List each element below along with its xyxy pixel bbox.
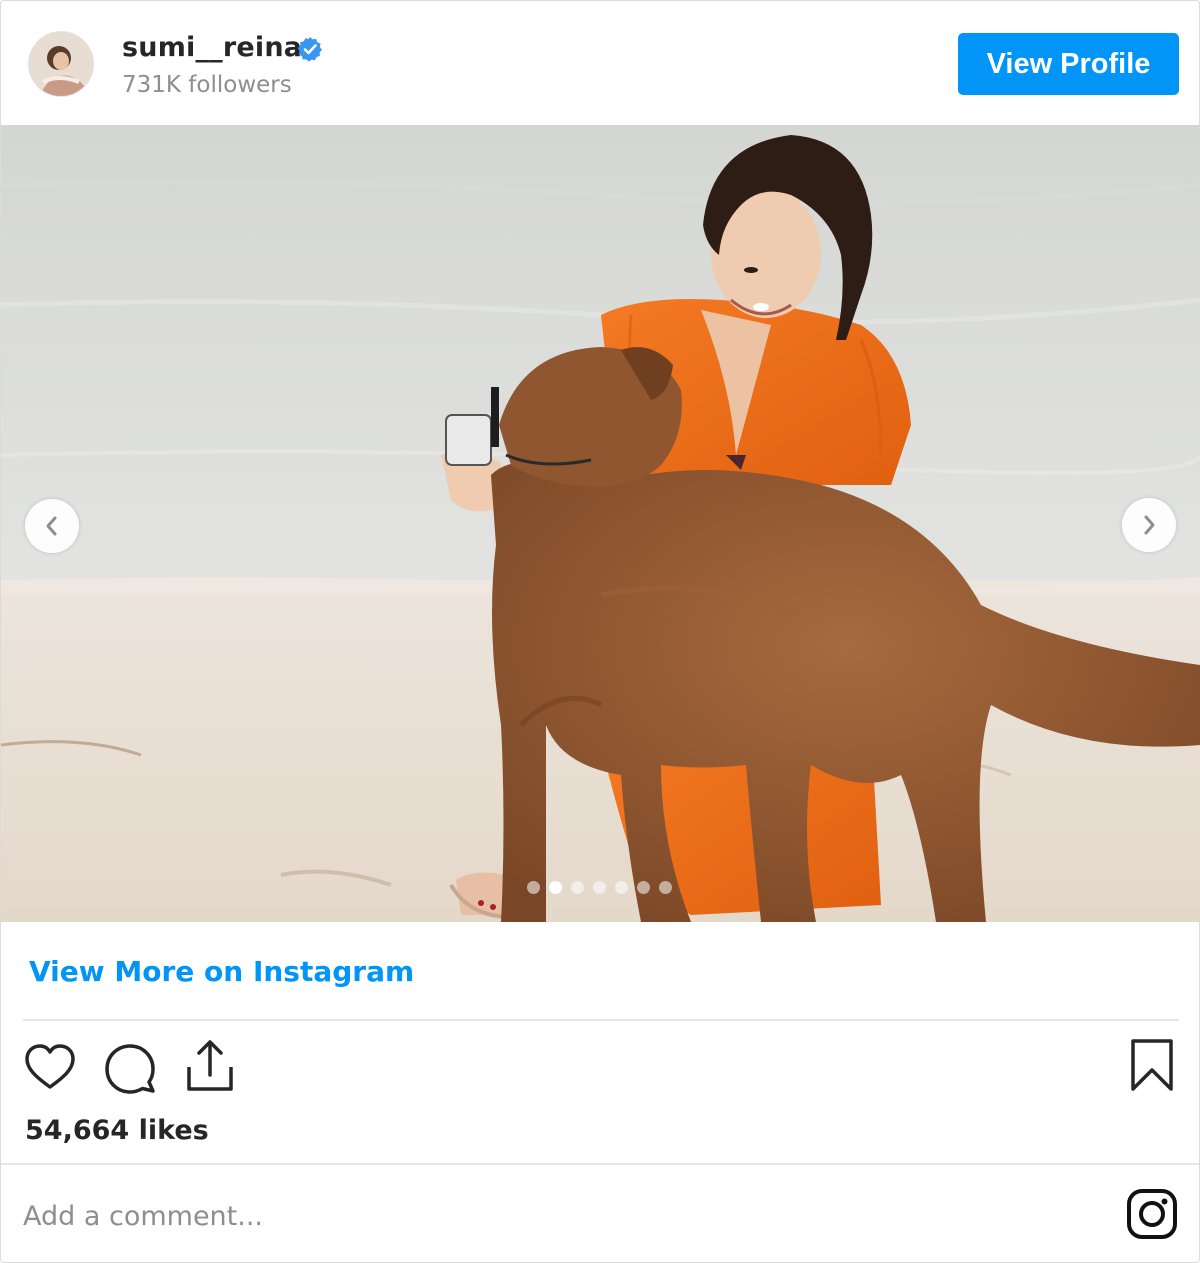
bookmark-icon	[1131, 1039, 1173, 1091]
post-photo[interactable]	[1, 125, 1200, 922]
share-button[interactable]	[183, 1037, 237, 1095]
carousel-dot	[571, 881, 584, 894]
carousel-next-button[interactable]	[1122, 498, 1176, 552]
view-more-link[interactable]: View More on Instagram	[29, 955, 414, 988]
share-icon	[187, 1040, 233, 1091]
carousel-dot	[615, 881, 628, 894]
carousel-dot	[527, 881, 540, 894]
carousel-dot	[593, 881, 606, 894]
carousel-dot	[659, 881, 672, 894]
carousel-prev-button[interactable]	[25, 499, 79, 553]
comment-button[interactable]	[103, 1041, 157, 1095]
username[interactable]: sumi__reina	[122, 32, 302, 63]
chevron-right-icon	[1144, 515, 1155, 535]
comment-input[interactable]	[23, 1189, 1093, 1243]
verified-badge-icon	[297, 36, 323, 62]
like-count: 54,664 likes	[25, 1115, 209, 1146]
instagram-logo-icon[interactable]	[1125, 1187, 1179, 1241]
divider	[23, 1019, 1179, 1021]
save-button[interactable]	[1125, 1037, 1179, 1095]
carousel-dot	[549, 881, 562, 894]
instagram-embed-card: sumi__reina 731K followers View Profile	[0, 0, 1200, 1263]
carousel-dot	[637, 881, 650, 894]
follower-count: 731K followers	[122, 72, 292, 98]
comment-icon	[105, 1044, 155, 1094]
heart-icon	[25, 1044, 75, 1089]
like-button[interactable]	[23, 1041, 77, 1095]
avatar[interactable]	[28, 31, 94, 97]
chevron-left-icon	[46, 516, 57, 536]
post-header: sumi__reina 731K followers View Profile	[1, 1, 1199, 125]
view-profile-button[interactable]: View Profile	[958, 33, 1179, 95]
carousel-indicator	[527, 881, 672, 894]
divider	[1, 1163, 1199, 1165]
